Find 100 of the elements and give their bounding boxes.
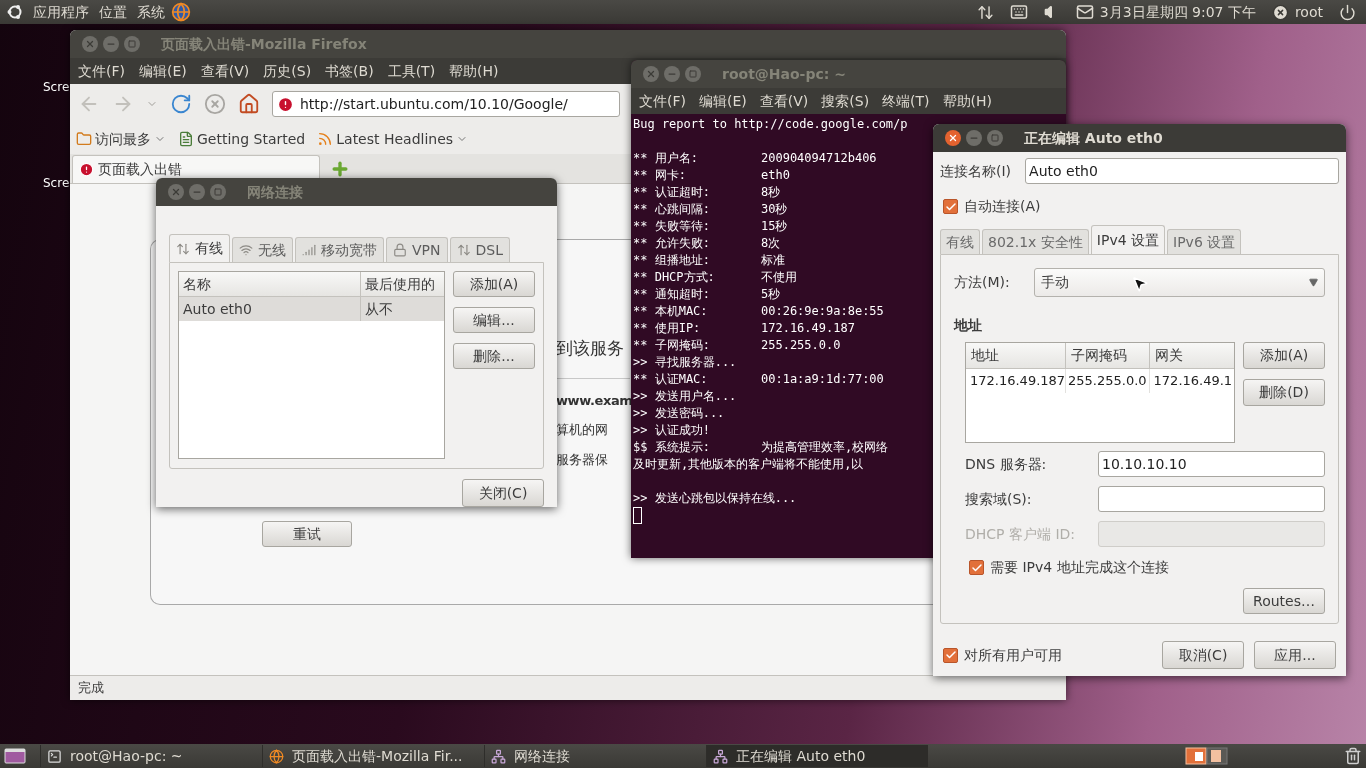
tab[interactable]: 有线 [940,229,980,254]
column-header[interactable]: 最后使用的 [361,272,444,296]
menu-item[interactable]: 编辑(E) [139,60,187,82]
menu-item[interactable]: 查看(V) [759,90,809,112]
home-icon[interactable] [238,93,260,115]
new-tab-icon[interactable] [330,159,350,179]
menu-item[interactable]: 编辑(E) [699,90,747,112]
ubuntu-logo-icon[interactable] [6,3,24,21]
window-title: 网络连接 [247,182,303,202]
column-header[interactable]: 网关 [1150,343,1234,368]
menu-item[interactable]: 文件(F) [639,90,686,112]
table-cell[interactable]: 255.255.0.0 [1066,369,1150,393]
taskbar-item[interactable]: 页面载入出错-Mozilla Fir... [262,745,484,767]
dialog-button[interactable]: 删除... [453,343,535,369]
tab[interactable]: DSL [449,237,510,262]
maximize-button[interactable] [124,36,140,52]
show-desktop-icon[interactable] [4,747,26,765]
checkbox[interactable] [943,647,958,663]
address-button[interactable]: 删除(D) [1243,379,1325,406]
tab[interactable]: 802.1x 安全性 [982,229,1089,254]
keyboard-icon[interactable] [1009,3,1028,21]
tab[interactable]: 无线 [232,237,293,262]
column-header[interactable]: 名称 [179,272,361,296]
column-header[interactable]: 地址 [966,343,1066,368]
bookmark[interactable]: Getting Started [178,128,306,150]
terminal-label: ** 认证超时: [633,184,711,201]
dialog-button[interactable]: 应用... [1254,641,1336,669]
reload-icon[interactable] [170,93,192,115]
checkbox[interactable] [943,199,958,214]
minimize-button[interactable] [189,184,205,200]
dialog-button[interactable]: 编辑... [453,307,535,333]
workspace-switcher-icon[interactable] [1185,746,1229,766]
menu-item[interactable]: 终端(T) [882,90,930,112]
close-dialog-button[interactable]: 关闭(C) [462,479,544,507]
menu-item[interactable]: 查看(V) [200,60,250,82]
user-status-icon[interactable] [1271,3,1289,21]
window-title: 正在编辑 Auto eth0 [1024,128,1163,148]
desktop-icon-label[interactable]: Scre [43,174,70,192]
menu-item[interactable]: 书签(B) [325,60,374,82]
menu-item[interactable]: 工具(T) [387,60,436,82]
dialog-button[interactable]: 添加(A) [453,271,535,297]
table-cell[interactable]: 172.16.49.1 [1149,369,1237,393]
url-field[interactable]: http://start.ubuntu.com/10.10/Google/ [272,91,620,117]
field-label: 连接名称(I) [940,161,1012,181]
panel-menu[interactable]: 系统 [137,1,165,23]
text-field[interactable] [1098,486,1325,512]
power-icon[interactable] [1339,3,1356,21]
user-name[interactable]: root [1294,1,1323,23]
network-icon[interactable] [976,3,994,21]
minimize-button[interactable] [966,130,982,146]
column-header[interactable]: 子网掩码 [1066,343,1150,368]
tab[interactable]: VPN [386,237,448,262]
bookmark[interactable]: Latest Headlines [317,128,469,150]
browser-tab[interactable]: 页面载入出错 [72,155,320,183]
close-button[interactable] [945,130,961,146]
retry-button[interactable]: 重试 [262,521,352,547]
trash-icon[interactable] [1344,747,1362,765]
routes-button[interactable]: Routes… [1243,588,1325,614]
mail-icon[interactable] [1075,3,1094,21]
address-button[interactable]: 添加(A) [1243,342,1325,369]
network-icon [491,748,506,764]
panel-menu[interactable]: 应用程序 [33,1,89,23]
menu-item[interactable]: 搜索(S) [821,90,870,112]
text-field[interactable] [1098,521,1325,547]
table-cell[interactable]: 172.16.49.187 [966,369,1066,393]
maximize-button[interactable] [210,184,226,200]
alert-icon [79,162,94,177]
tab[interactable]: 移动宽带 [295,237,384,262]
minimize-button[interactable] [664,66,680,82]
checkbox[interactable] [969,560,984,575]
error-text: 算机的网 [556,421,608,439]
clock[interactable]: 3月3日星期四 9:07 下午 [1099,1,1256,23]
maximize-button[interactable] [987,130,1003,146]
name-field[interactable]: Auto eth0 [1025,158,1339,184]
terminal-value: 不使用 [761,269,797,286]
minimize-button[interactable] [103,36,119,52]
tab[interactable]: IPv6 设置 [1167,229,1242,254]
bookmark[interactable]: 访问最多 [76,128,166,150]
text-field[interactable]: 10.10.10.10 [1098,451,1325,477]
maximize-icon [689,70,697,78]
tab[interactable]: IPv4 设置 [1090,225,1166,254]
browser-icon [269,748,284,764]
menu-item[interactable]: 文件(F) [78,60,125,82]
taskbar-item[interactable]: root@Hao-pc: ~ [40,745,262,767]
maximize-button[interactable] [685,66,701,82]
tab[interactable]: 有线 [169,234,230,262]
terminal-value: 255.255.0.0 [761,337,841,354]
table-cell-text: 从不 [364,299,394,319]
stop-icon[interactable] [204,93,226,115]
desktop-icon-label[interactable]: Scre [43,78,70,96]
menu-item[interactable]: 帮助(H) [942,90,993,112]
terminal-line: >> 发送密码... [633,405,725,422]
method-dropdown[interactable]: 手动 [1034,268,1325,297]
panel-menu[interactable]: 位置 [99,1,127,23]
menu-item[interactable]: 帮助(H) [449,60,499,82]
menu-item[interactable]: 历史(S) [263,60,312,82]
taskbar-item[interactable]: 正在编辑 Auto eth0 [706,745,928,767]
browser-icon[interactable] [171,2,191,22]
connection-row[interactable]: Auto eth0 从不 [179,297,444,321]
dialog-button[interactable]: 取消(C) [1162,641,1244,669]
